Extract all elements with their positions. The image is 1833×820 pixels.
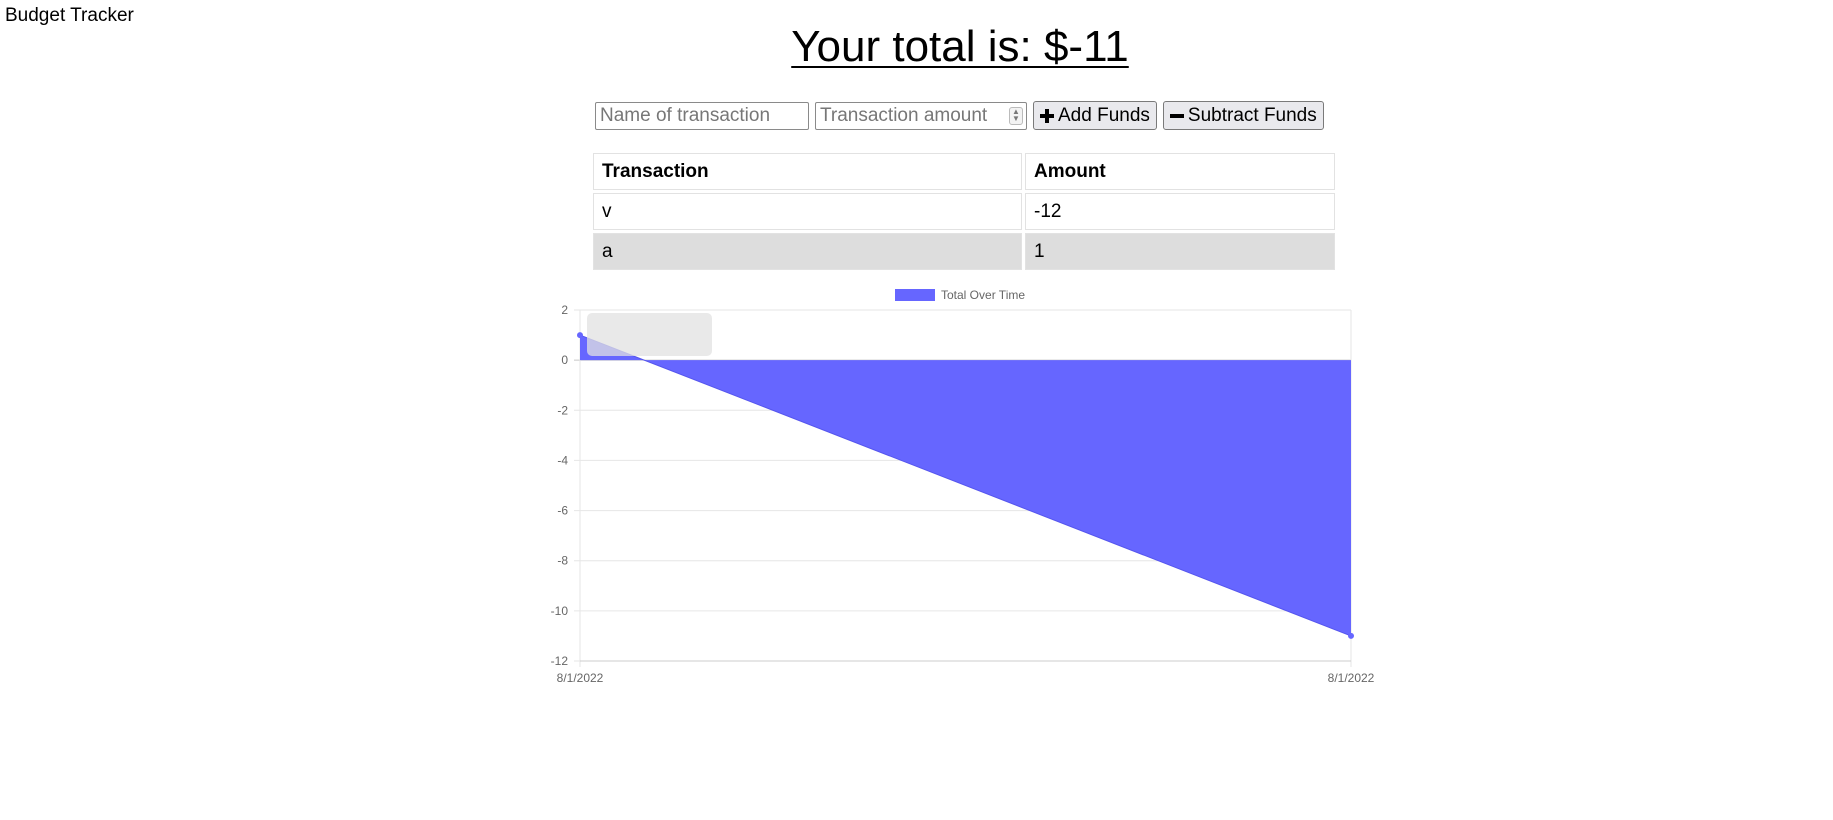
legend-swatch: [895, 289, 935, 301]
total-over-time-chart: 2 0 -2 -4 -6 -8 -10 -12 8/1/2022 8/1/2022 Total Ov…: [551, 288, 1375, 685]
data-point: [1348, 632, 1354, 639]
transaction-form: ▲▼ Add Funds Subtract Funds: [595, 101, 1324, 130]
subtract-funds-button[interactable]: Subtract Funds: [1162, 101, 1324, 130]
transaction-amount-input[interactable]: [815, 101, 1027, 130]
y-tick-label: -12: [551, 654, 569, 668]
transaction-name-cell: a: [593, 233, 1022, 270]
y-tick-label: 2: [561, 303, 568, 317]
column-header-amount: Amount: [1025, 153, 1335, 190]
y-tick-label: -4: [557, 453, 568, 467]
transactions-table: Transaction Amount v -12 a 1: [590, 150, 1338, 273]
x-tick-label: 8/1/2022: [557, 671, 604, 685]
plus-icon: [1040, 108, 1054, 123]
add-funds-label: Add Funds: [1058, 104, 1150, 126]
amount-spinner[interactable]: ▲ ▼: [1009, 106, 1023, 125]
y-tick-label: -10: [551, 604, 569, 618]
transaction-amount-field: ▲▼: [815, 101, 1027, 130]
minus-icon: [1169, 109, 1184, 123]
transaction-amount-cell: 1: [1025, 233, 1335, 270]
total-heading: Your total is: $-11: [791, 22, 1129, 71]
legend-label: Total Over Time: [941, 288, 1025, 302]
chart-tooltip: [587, 313, 712, 356]
transaction-name-cell: v: [593, 193, 1022, 230]
x-tick-label: 8/1/2022: [1328, 671, 1375, 685]
table-row: a 1: [593, 233, 1335, 270]
y-tick-label: 0: [561, 353, 568, 367]
table-row: v -12: [593, 193, 1335, 230]
subtract-funds-label: Subtract Funds: [1187, 104, 1317, 126]
y-tick-label: -6: [557, 504, 568, 518]
y-tick-label: -8: [557, 554, 568, 568]
column-header-transaction: Transaction: [593, 153, 1022, 190]
data-point: [577, 332, 583, 339]
table-header-row: Transaction Amount: [593, 153, 1335, 190]
add-funds-button[interactable]: Add Funds: [1033, 101, 1157, 130]
transaction-name-input[interactable]: [595, 101, 809, 130]
y-tick-label: -2: [557, 403, 568, 417]
transaction-amount-cell: -12: [1025, 193, 1335, 230]
